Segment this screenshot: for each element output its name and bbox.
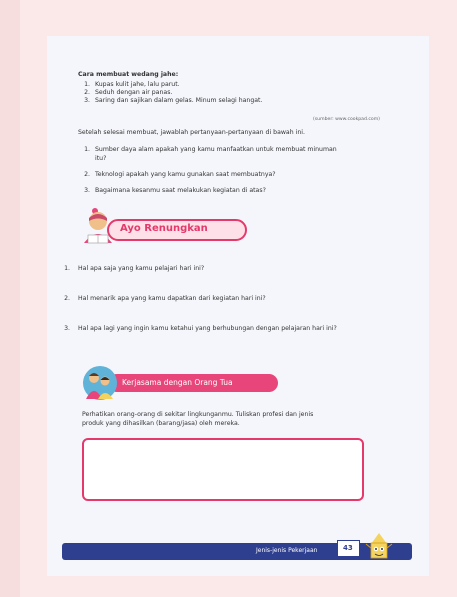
question-text: Sumber daya alam apakah yang kamu manfaa… <box>95 146 337 153</box>
pencil-mascot-icon <box>365 533 393 559</box>
recipe-step: Saring dan sajikan dalam gelas. Minum se… <box>95 97 263 104</box>
reflection-banner-title: Ayo Renungkan <box>120 223 208 234</box>
reflection-question: Hal menarik apa yang kamu dapatkan dari … <box>78 295 266 302</box>
question-number: 1. <box>84 146 90 153</box>
page-number: 43 <box>343 544 353 552</box>
question-text: Teknologi apakah yang kamu gunakan saat … <box>95 171 276 178</box>
recipe-step: Seduh dengan air panas. <box>95 89 173 96</box>
recipe-step: Kupas kulit jahe, lalu parut. <box>95 81 180 88</box>
family-task-banner-title: Kerjasama dengan Orang Tua <box>122 378 233 387</box>
question-number: 3. <box>84 187 90 194</box>
reflection-number: 3. <box>64 325 70 332</box>
family-task-instruction-continued: produk yang dihasilkan (barang/jasa) ole… <box>82 420 240 427</box>
question-text: Bagaimana kesanmu saat melakukan kegiata… <box>95 187 266 194</box>
reflection-question: Hal apa lagi yang ingin kamu ketahui yan… <box>78 325 337 332</box>
footer-title: Jenis-jenis Pekerjaan <box>256 547 318 554</box>
question-text-continued: itu? <box>95 155 107 162</box>
recipe-step-number: 2. <box>84 89 90 96</box>
family-illustration <box>83 366 117 400</box>
reflection-question: Hal apa saja yang kamu pelajari hari ini… <box>78 265 205 272</box>
family-task-instruction: Perhatikan orang-orang di sekitar lingku… <box>82 411 314 418</box>
background-strip <box>0 0 20 597</box>
questions-intro: Setelah selesai membuat, jawablah pertan… <box>78 129 305 136</box>
girl-reading-illustration <box>84 208 112 244</box>
question-number: 2. <box>84 171 90 178</box>
reflection-number: 2. <box>64 295 70 302</box>
recipe-step-number: 1. <box>84 81 90 88</box>
reflection-number: 1. <box>64 265 70 272</box>
recipe-heading: Cara membuat wedang jahe: <box>78 71 179 78</box>
recipe-source: (sumber: www.cookpad.com) <box>313 117 380 122</box>
answer-box[interactable] <box>82 438 364 501</box>
recipe-step-number: 3. <box>84 97 90 104</box>
